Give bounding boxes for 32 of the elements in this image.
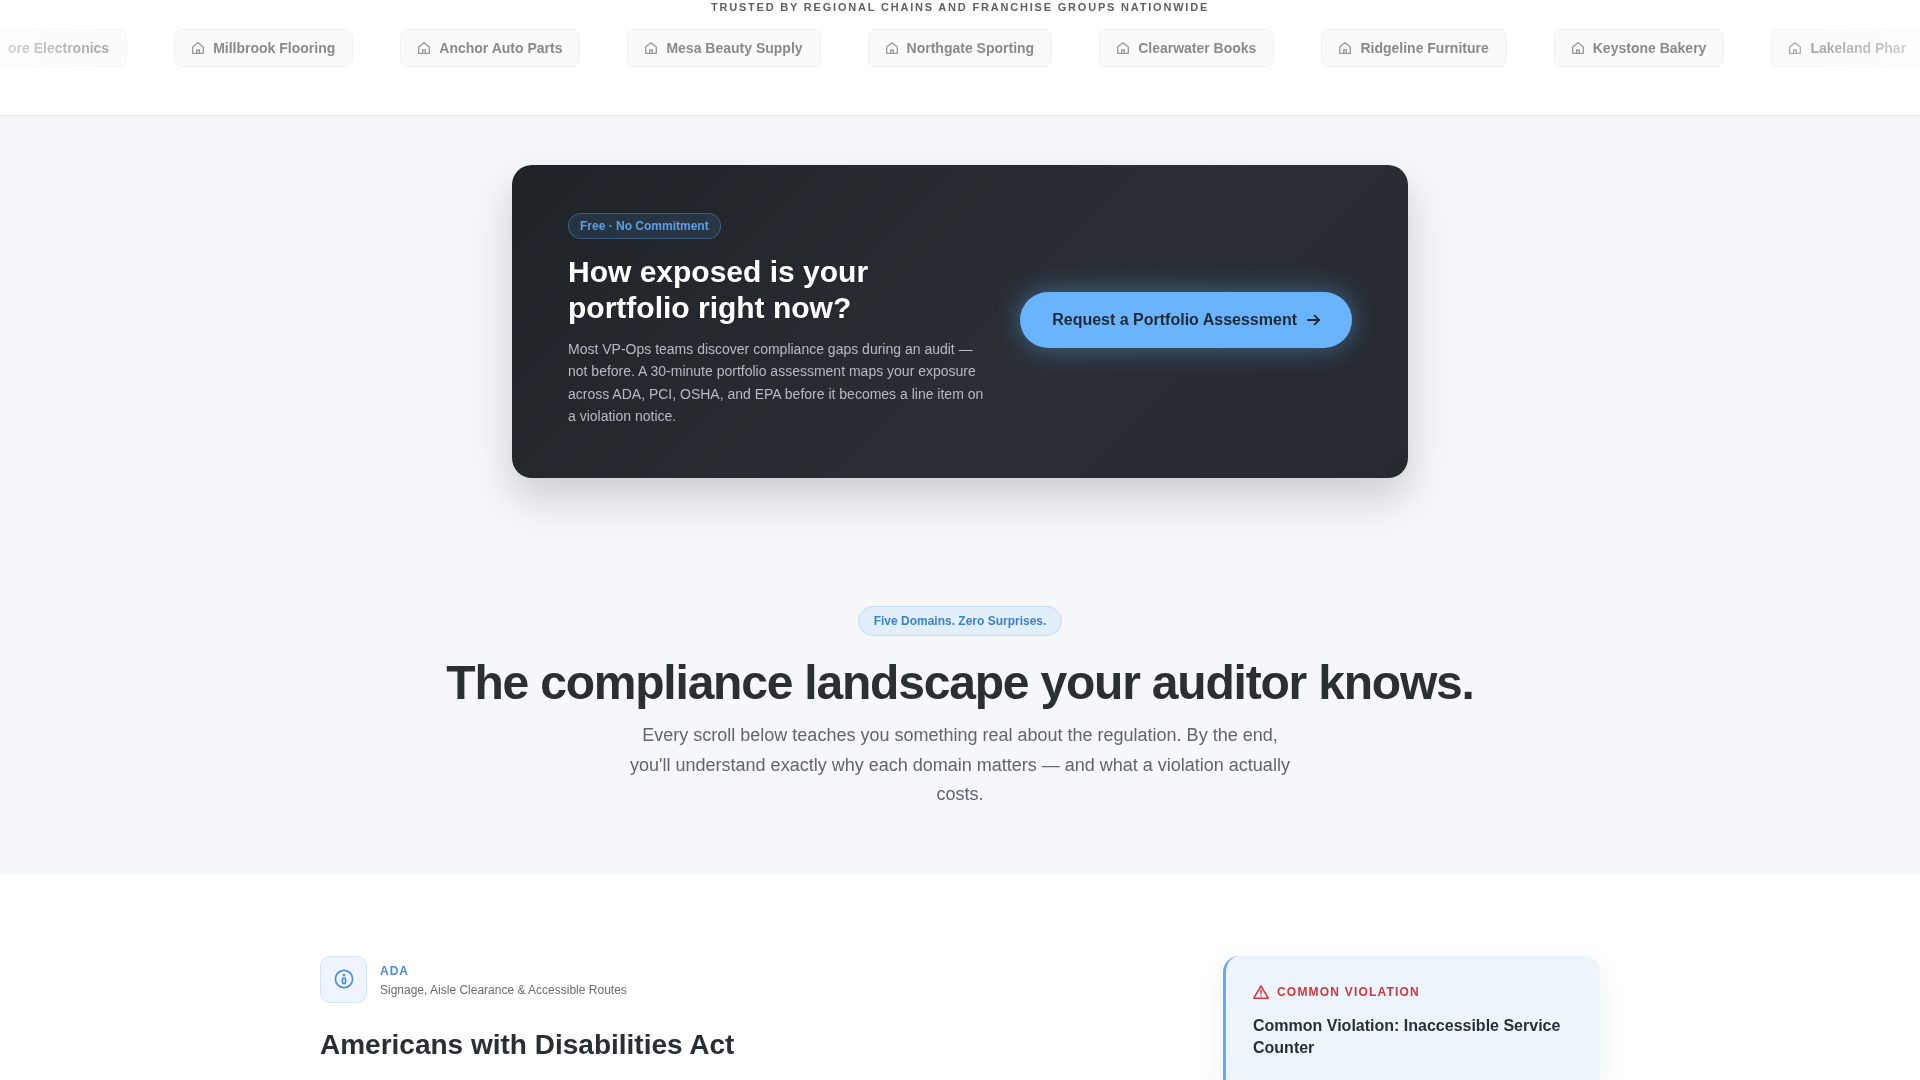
house-icon xyxy=(885,42,898,54)
company-name: Mesa Beauty Supply xyxy=(666,40,803,56)
section-description: Every scroll below teaches you something real about the regulation. By the end, you'll understand exactly why each domain matters — and what a violation actually costs. xyxy=(629,724,1291,807)
house-icon xyxy=(418,42,431,54)
house-icon xyxy=(192,42,205,54)
violation-label: COMMON VIOLATION xyxy=(1277,983,1420,1000)
company-name: Millbrook Flooring xyxy=(213,40,336,56)
company-name: Northgate Sporting xyxy=(906,40,1035,56)
warning-icon xyxy=(1253,984,1269,999)
domain-code: ADA xyxy=(380,963,410,980)
house-icon xyxy=(645,42,658,54)
strip-heading: TRUSTED BY REGIONAL CHAINS AND FRANCHISE GROUPS NATIONWIDE xyxy=(710,0,1210,14)
domain-heading: Americans with Disabilities Act xyxy=(320,1027,735,1062)
section-heading: The compliance landscape your auditor knows. xyxy=(446,655,1474,709)
assessment-button[interactable]: Request a Portfolio Assessment xyxy=(1020,292,1352,349)
cta-description: Most VP-Ops teams discover compliance gaps during an audit — not before. A 30-minute portfolio assessment maps your exposure across ADA, PCI, OSHA, and EPA before it becomes a line item on a violation notice. xyxy=(568,340,985,427)
house-icon xyxy=(1117,42,1130,54)
company-name: Clearwater Books xyxy=(1138,40,1257,56)
arrow-right-icon xyxy=(1307,314,1320,327)
company-name: Ridgeline Furniture xyxy=(1360,40,1489,56)
company-name: Keystone Bakery xyxy=(1592,40,1707,56)
info-icon xyxy=(320,955,367,1003)
violation-heading: Common Violation: Inaccessible Service Counter xyxy=(1253,1015,1562,1058)
section-badge: Five Domains. Zero Surprises. xyxy=(857,605,1063,636)
house-icon xyxy=(1339,42,1352,54)
cta-heading: How exposed is your portfolio right now? xyxy=(568,254,870,326)
house-icon xyxy=(1571,42,1584,54)
company-name: Anchor Auto Parts xyxy=(439,40,563,56)
house-icon xyxy=(1789,42,1802,54)
offer-badge: Free · No Commitment xyxy=(568,213,721,239)
domain-subtitle: Signage, Aisle Clearance & Accessible Routes xyxy=(380,982,627,999)
company-name: Lakeland Phar xyxy=(1810,40,1907,56)
